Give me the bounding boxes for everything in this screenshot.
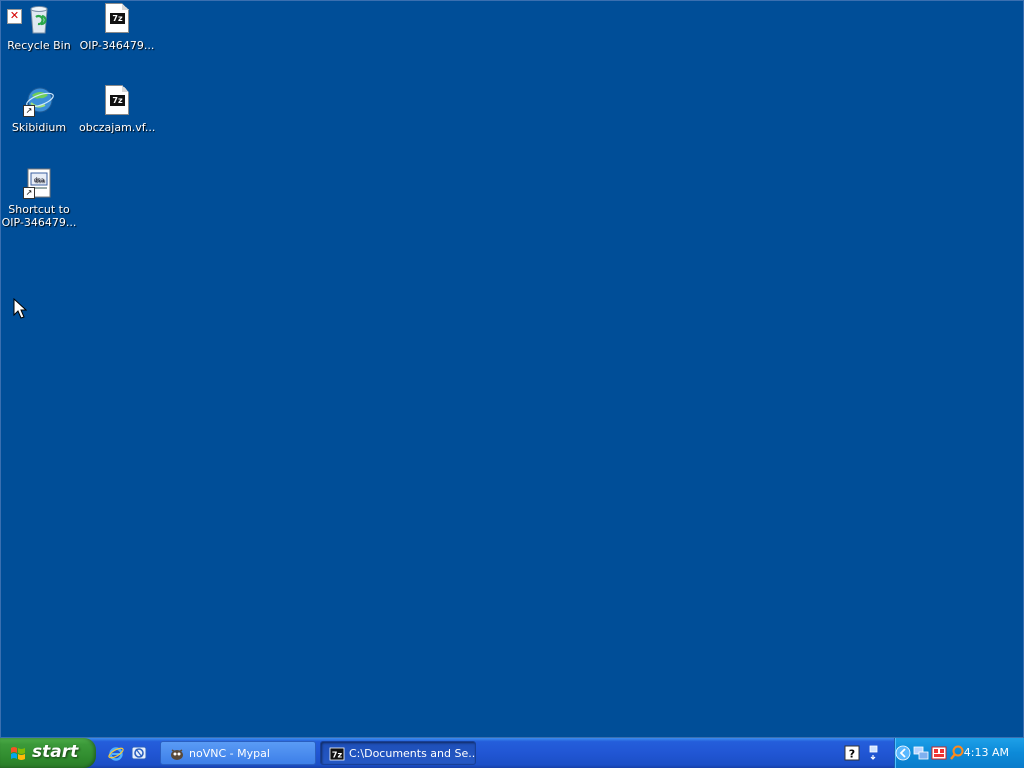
desktop-icon-label: Recycle Bin: [7, 39, 71, 52]
network-icon[interactable]: [913, 745, 929, 761]
obczajam-file-desktop-icon[interactable]: 7z obczajam.vf...: [79, 85, 155, 134]
browser-globe-icon: ↗: [23, 85, 55, 117]
windows-logo-icon: [11, 747, 25, 760]
desktop-icon-label: obczajam.vf...: [79, 121, 155, 134]
shortcut-arrow-icon: ↗: [23, 187, 35, 199]
7z-file-icon: 7z: [101, 85, 133, 117]
system-tray: 4:13 AM: [894, 738, 1024, 768]
desktop-icon-label: OIP-346479...: [79, 39, 155, 52]
recycle-bin-icon: [23, 3, 55, 35]
shortcut-file-icon: dsa ↗: [23, 167, 55, 199]
display-settings-icon[interactable]: [866, 745, 882, 761]
7z-file-icon: 7z: [101, 3, 133, 35]
task-label: noVNC - Mypal: [189, 747, 270, 760]
magnifier-icon[interactable]: [949, 745, 965, 761]
desktop-icon-label-line1: Shortcut to: [8, 203, 70, 216]
skibidium-desktop-icon[interactable]: ↗ Skibidium: [1, 85, 77, 134]
recycle-bin-desktop-icon[interactable]: Recycle Bin: [1, 3, 77, 52]
7zip-icon: 7z: [329, 747, 345, 761]
desktop-icon-label: Skibidium: [11, 121, 67, 134]
svg-text:7z: 7z: [332, 751, 343, 760]
task-label: C:\Documents and Se...: [349, 747, 476, 760]
internet-explorer-icon[interactable]: [108, 745, 124, 761]
red-app-icon[interactable]: [931, 745, 947, 761]
mouse-cursor-icon: [13, 298, 27, 319]
oip-file-desktop-icon[interactable]: 7z OIP-346479...: [79, 3, 155, 52]
taskbar: start noVNC - Mypal 7z C:\Documents and …: [0, 738, 1024, 768]
shortcut-oip-desktop-icon[interactable]: dsa ↗ Shortcut to OIP-346479...: [1, 167, 77, 229]
help-icon[interactable]: ?: [844, 745, 860, 761]
svg-text:?: ?: [849, 748, 855, 761]
shortcut-arrow-icon: ↗: [23, 105, 35, 117]
start-button[interactable]: start: [0, 738, 96, 768]
outlook-express-icon[interactable]: [131, 745, 147, 761]
start-label: start: [32, 742, 79, 762]
desktop[interactable]: ✕ Recycle Bin 7z OIP-346479... ↗ Skibidi…: [0, 0, 1024, 738]
svg-text:dsa: dsa: [34, 177, 45, 184]
desktop-icon-label-line2: OIP-346479...: [1, 216, 77, 229]
mypal-browser-icon: [171, 749, 183, 760]
task-novnc-mypal[interactable]: noVNC - Mypal: [160, 741, 316, 765]
clock[interactable]: 4:13 AM: [964, 746, 1009, 759]
hide-icons-chevron-icon[interactable]: [895, 745, 911, 761]
task-documents-and-settings[interactable]: 7z C:\Documents and Se...: [320, 741, 476, 765]
